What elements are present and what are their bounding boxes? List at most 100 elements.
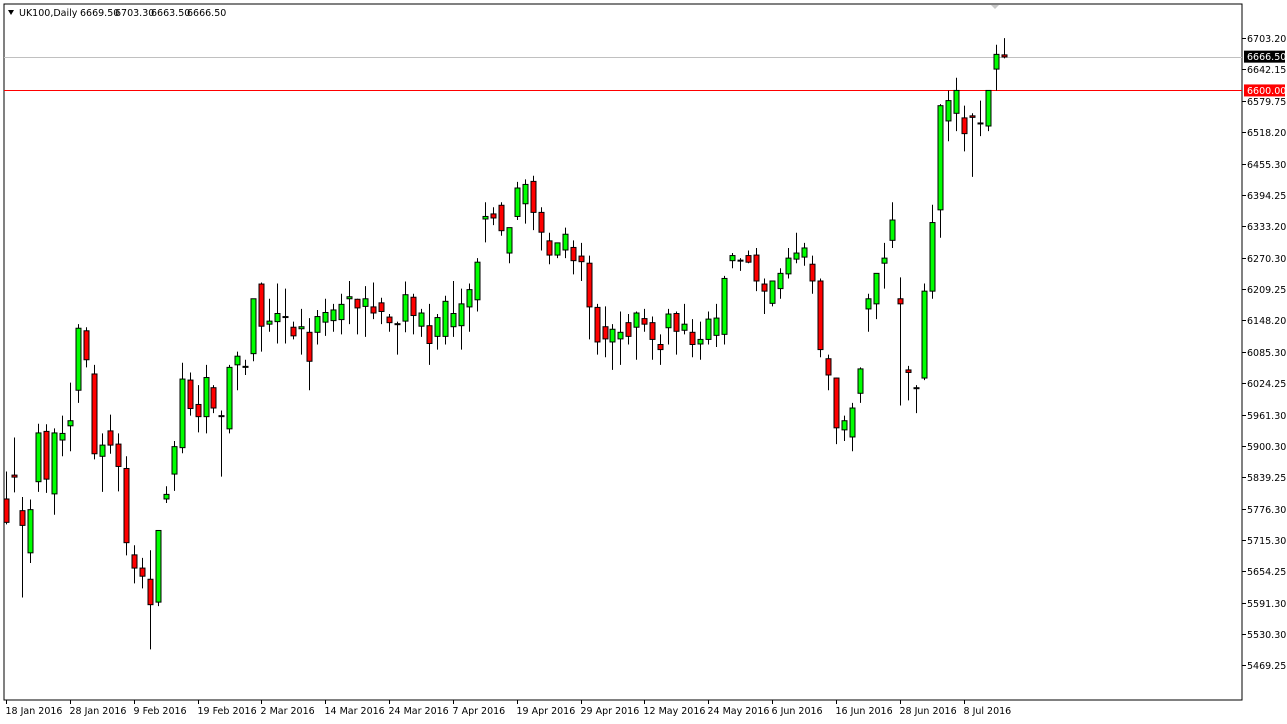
candle-body: [681, 323, 688, 331]
candle-body: [953, 89, 960, 114]
y-tick-label: 6333.20: [1247, 222, 1286, 233]
y-tick-label: 6085.30: [1247, 348, 1286, 359]
candle-body: [203, 377, 210, 418]
candle: [921, 283, 928, 381]
candle-body: [394, 323, 401, 326]
candle: [123, 456, 130, 556]
candle-body: [801, 247, 808, 258]
candle-body: [450, 313, 457, 328]
level-label-0: 6600.00: [1247, 86, 1286, 97]
candle-body: [75, 327, 82, 391]
y-tick-label: 5469.25: [1247, 661, 1286, 672]
candle-body: [123, 467, 130, 544]
y-tick-label: 5530.30: [1247, 630, 1286, 641]
candle: [91, 364, 98, 460]
candle-body: [3, 498, 10, 523]
y-tick-label: 5839.25: [1247, 473, 1286, 484]
candle-body: [330, 309, 337, 322]
candle-body: [298, 326, 305, 330]
candle: [250, 298, 257, 362]
candle-body: [657, 344, 664, 351]
candle-body: [849, 407, 856, 438]
candle-body: [43, 430, 50, 480]
price-axis: 6703.20 6642.15 6579.75 6518.20 6455.30 6394.…: [1242, 34, 1286, 672]
candle-body: [873, 272, 880, 305]
candle-body: [665, 313, 672, 329]
current-price-label: 6666.50: [1247, 52, 1286, 63]
symbol-label: UK100,Daily: [19, 8, 78, 19]
candle-body: [913, 387, 920, 390]
candle: [817, 278, 824, 358]
candle-body: [761, 283, 768, 292]
x-tick-label: 14 Mar 2016: [325, 706, 385, 717]
x-tick-label: 28 Jun 2016: [900, 706, 957, 717]
candle-body: [163, 493, 170, 500]
candle-body: [35, 432, 42, 483]
candle-body: [386, 316, 393, 324]
candle-body: [171, 446, 178, 475]
candle-body: [107, 430, 114, 446]
candle-body: [865, 298, 872, 310]
candle-body: [609, 328, 616, 343]
x-tick-label: 8 Jul 2016: [964, 706, 1012, 717]
ohlc-close: 6666.50: [187, 8, 226, 19]
candle-body: [370, 306, 377, 314]
candle-body: [115, 443, 122, 467]
x-tick-label: 7 Apr 2016: [453, 706, 506, 717]
candle: [985, 89, 992, 132]
candle-body: [274, 313, 281, 323]
candle-body: [314, 316, 321, 333]
candle-body: [59, 432, 66, 441]
y-tick-label: 6579.75: [1247, 97, 1286, 108]
candle-body: [945, 100, 952, 122]
candle-body: [889, 219, 896, 241]
candle-body: [546, 240, 553, 256]
candle-body: [937, 105, 944, 211]
candle-body: [985, 89, 992, 127]
candle-body: [745, 255, 752, 263]
chart-header: UK100,Daily 6669.50 6703.30 6663.50 6666…: [8, 8, 226, 19]
candle-body: [817, 280, 824, 351]
candle-body: [322, 311, 329, 323]
candle-body: [27, 509, 34, 554]
candle-body: [362, 298, 369, 307]
y-tick-label: 6024.25: [1247, 379, 1286, 390]
y-tick-label: 6703.20: [1247, 34, 1286, 45]
candle-body: [721, 277, 728, 335]
candle-body: [785, 257, 792, 275]
x-tick-label: 24 May 2016: [708, 706, 770, 717]
candle-body: [841, 420, 848, 431]
candle-body: [673, 313, 680, 332]
y-tick-label: 5715.30: [1247, 536, 1286, 547]
candle-body: [633, 312, 640, 328]
candle-body: [729, 255, 736, 262]
candle-body: [210, 387, 217, 409]
candle-body: [338, 303, 345, 321]
candle-body: [258, 283, 265, 327]
candle-body: [769, 280, 776, 304]
candle-body: [514, 187, 521, 217]
x-tick-label: 18 Jan 2016: [6, 706, 63, 717]
candle-body: [250, 298, 257, 355]
price-chart[interactable]: 6703.20 6642.15 6579.75 6518.20 6455.30 6394.…: [0, 0, 1287, 724]
candle-body: [825, 358, 832, 376]
candle-body: [586, 262, 593, 308]
candle-body: [218, 415, 225, 418]
candle-body: [993, 53, 1000, 70]
y-tick-label: 6394.25: [1247, 191, 1286, 202]
x-tick-label: 29 Apr 2016: [581, 706, 640, 717]
y-tick-label: 5900.30: [1247, 442, 1286, 453]
candle-body: [538, 211, 545, 233]
candle-body: [402, 294, 409, 322]
candle-body: [474, 261, 481, 301]
candle-body: [713, 317, 720, 336]
candle-body: [99, 444, 106, 457]
candle-body: [689, 331, 696, 346]
y-tick-label: 5961.30: [1247, 411, 1286, 422]
candle: [514, 181, 521, 221]
candle-body: [131, 554, 138, 569]
candle-body: [905, 369, 912, 373]
ohlc-low: 6663.50: [151, 8, 190, 19]
candle-body: [697, 338, 704, 345]
candle-body: [442, 300, 449, 337]
